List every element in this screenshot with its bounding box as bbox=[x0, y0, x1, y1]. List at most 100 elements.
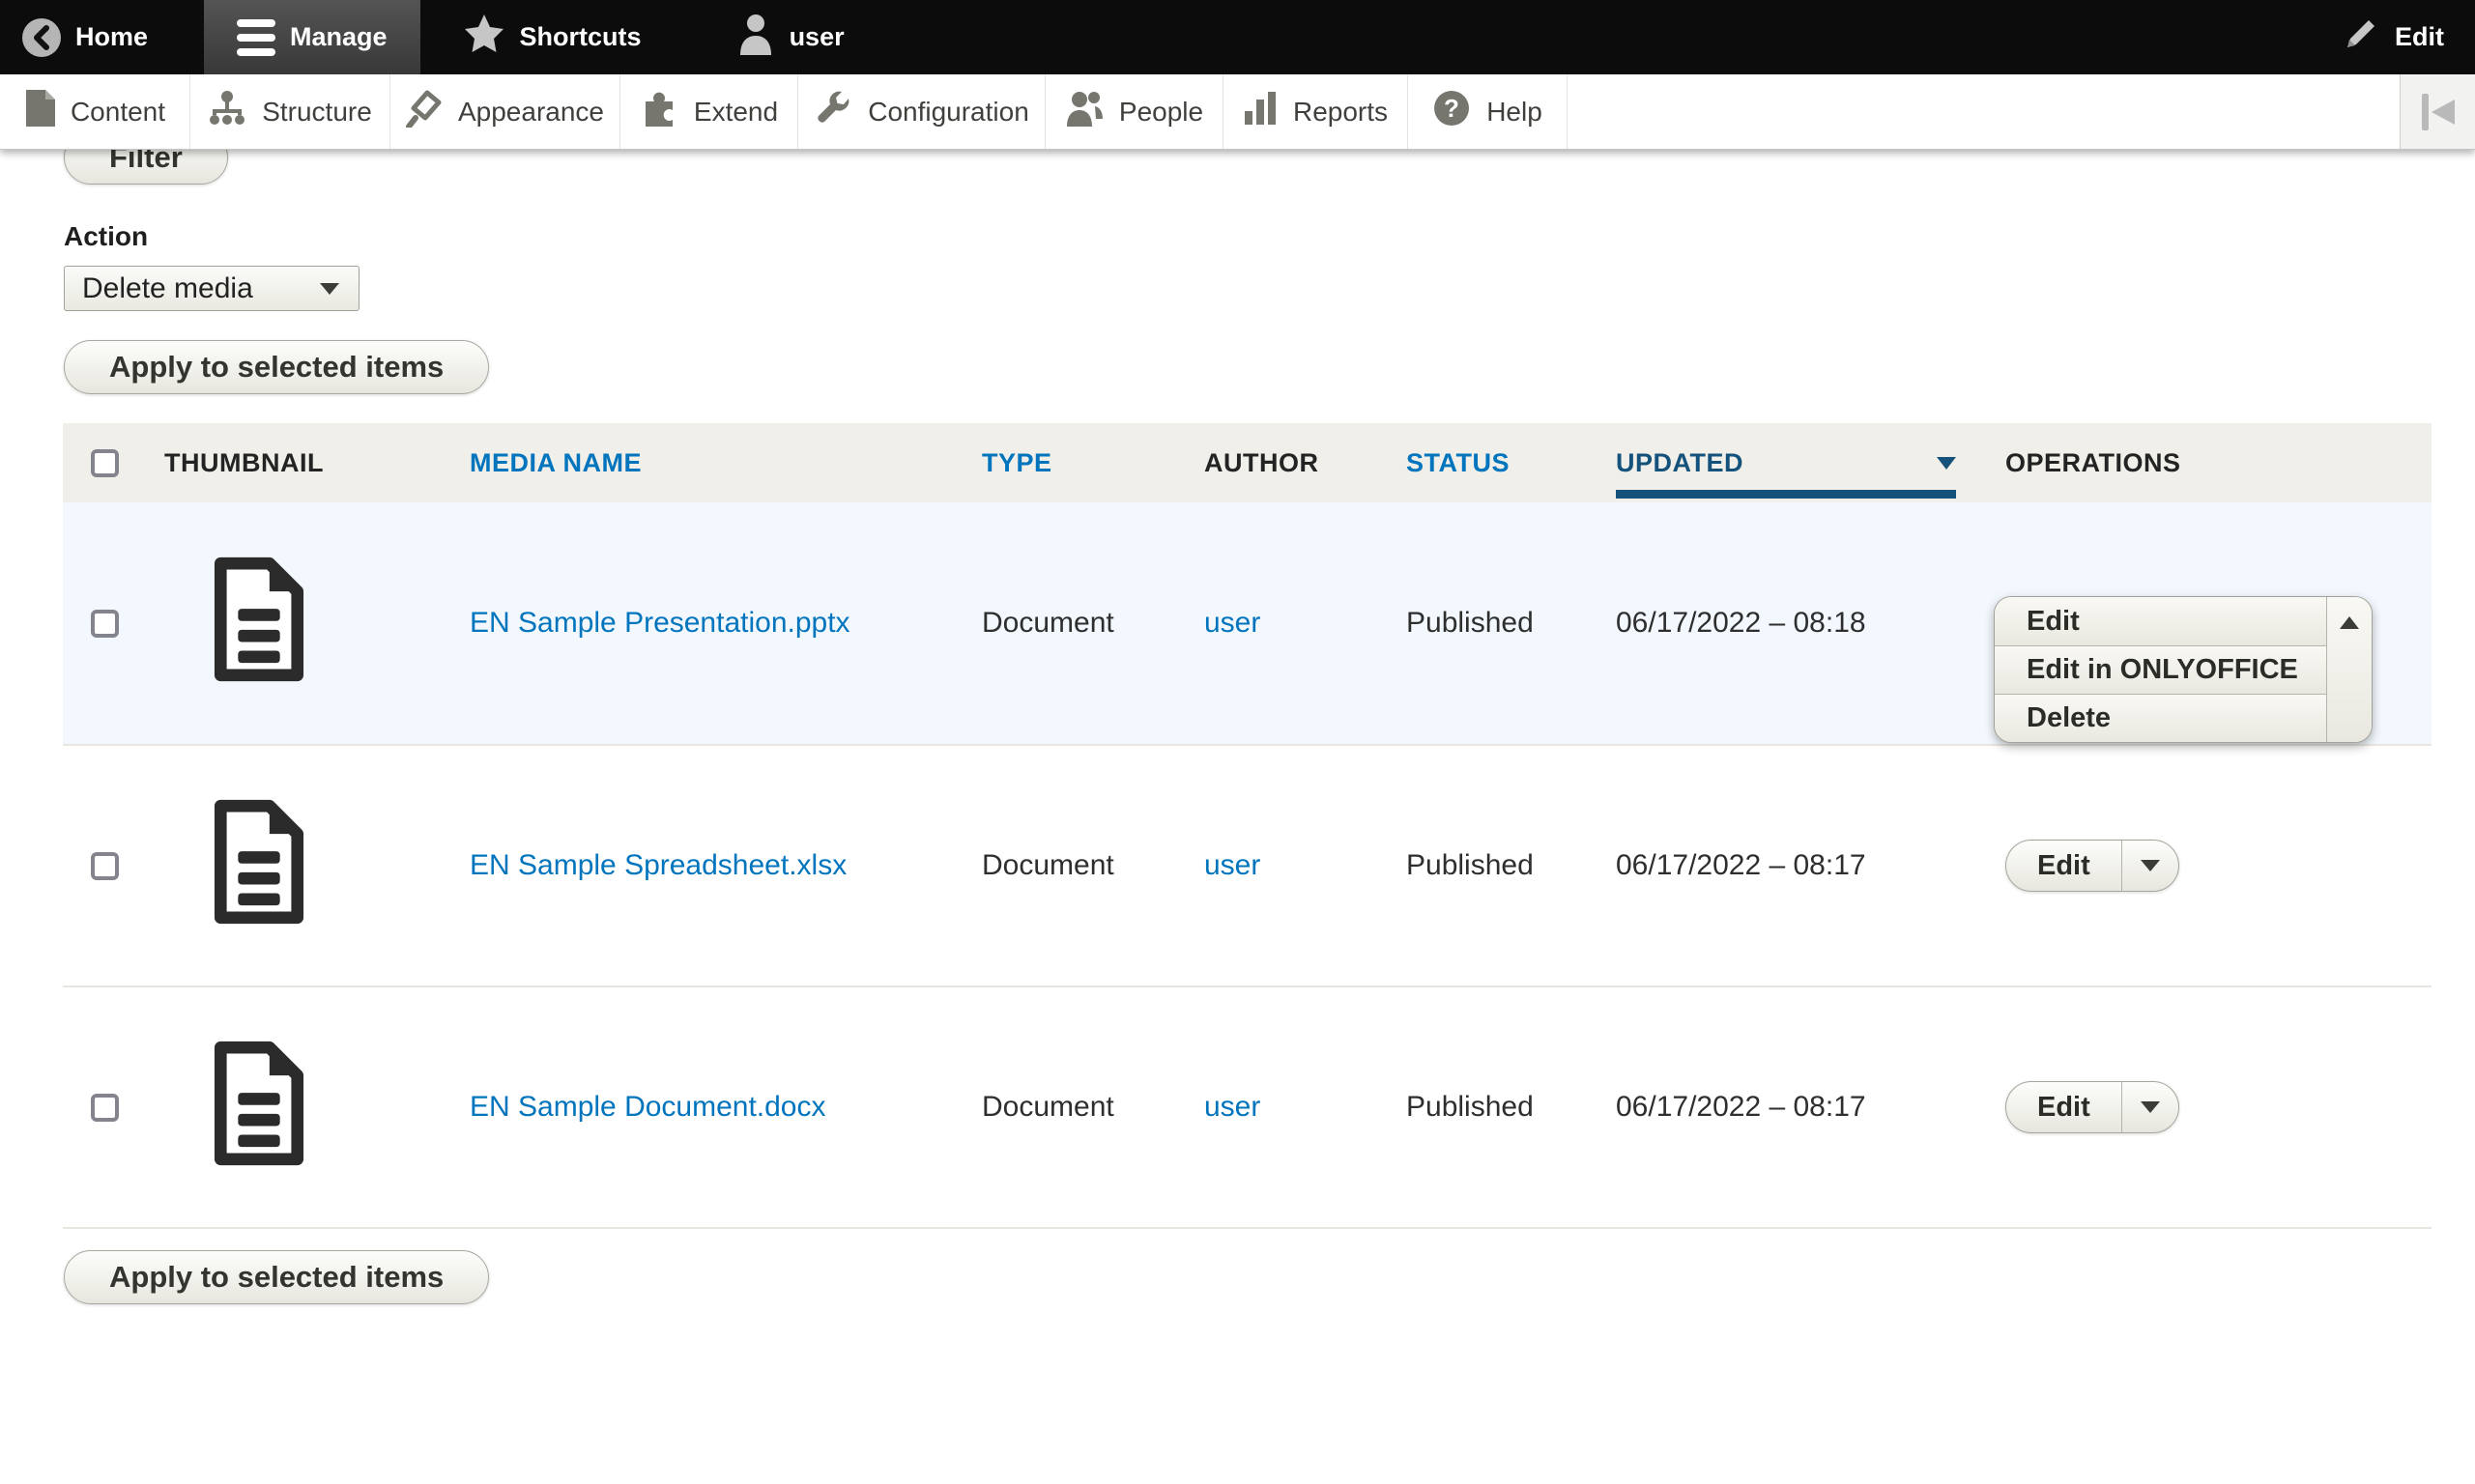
select-all-checkbox[interactable] bbox=[91, 449, 119, 477]
sitemap-icon bbox=[208, 90, 246, 133]
document-file-icon bbox=[202, 556, 316, 682]
chevron-down-icon bbox=[2141, 1101, 2160, 1113]
dropdown-collapse-toggle[interactable] bbox=[2326, 597, 2372, 742]
tray-content-label: Content bbox=[71, 97, 165, 128]
header-type[interactable]: TYPE bbox=[982, 448, 1204, 478]
tray-appearance-label: Appearance bbox=[458, 97, 604, 128]
select-caret-icon bbox=[320, 283, 339, 295]
toolbar-home-label: Home bbox=[75, 22, 148, 52]
operations-cell: Edit Edit in ONLYOFFICE Delete bbox=[2005, 502, 2432, 744]
operations-dropbutton: Edit bbox=[2005, 840, 2179, 892]
table-row: EN Sample Document.docx Document user Pu… bbox=[63, 985, 2432, 1227]
operation-edit[interactable]: Edit bbox=[1995, 597, 2326, 645]
help-icon: ? bbox=[1432, 89, 1471, 134]
updated-cell: 06/17/2022 – 08:17 bbox=[1616, 849, 2005, 882]
thumbnail-cell bbox=[164, 1041, 470, 1174]
toolbar-shortcuts-label: Shortcuts bbox=[520, 22, 642, 52]
media-name-link[interactable]: EN Sample Spreadsheet.xlsx bbox=[470, 849, 847, 881]
author-link[interactable]: user bbox=[1204, 607, 1260, 639]
row-checkbox[interactable] bbox=[91, 852, 119, 880]
thumbnail-cell bbox=[164, 799, 470, 932]
type-cell: Document bbox=[982, 1091, 1204, 1124]
operation-edit-in-onlyoffice[interactable]: Edit in ONLYOFFICE bbox=[1995, 645, 2326, 694]
toolbar-item-edit[interactable]: Edit bbox=[2317, 0, 2475, 74]
apply-button-top[interactable]: Apply to selected items bbox=[64, 340, 489, 394]
updated-cell: 06/17/2022 – 08:18 bbox=[1616, 607, 2005, 640]
row-checkbox[interactable] bbox=[91, 610, 119, 638]
dropdown-expand-toggle[interactable] bbox=[2122, 1082, 2178, 1132]
apply-button-bottom[interactable]: Apply to selected items bbox=[64, 1250, 489, 1304]
status-cell: Published bbox=[1406, 849, 1616, 882]
header-updated-label: UPDATED bbox=[1616, 448, 1743, 478]
tray-item-people[interactable]: People bbox=[1046, 74, 1223, 149]
back-icon bbox=[22, 18, 61, 57]
tray-item-content[interactable]: Content bbox=[0, 74, 190, 149]
paintbrush-icon bbox=[406, 89, 443, 134]
tray-extend-label: Extend bbox=[694, 97, 778, 128]
operation-delete[interactable]: Delete bbox=[1995, 694, 2326, 742]
puzzle-icon bbox=[640, 90, 678, 133]
action-select-value: Delete media bbox=[82, 272, 253, 305]
media-table: THUMBNAIL MEDIA NAME TYPE AUTHOR STATUS … bbox=[63, 423, 2432, 1229]
media-name-link[interactable]: EN Sample Presentation.pptx bbox=[470, 607, 850, 639]
media-name-link[interactable]: EN Sample Document.docx bbox=[470, 1091, 826, 1123]
svg-text:?: ? bbox=[1444, 94, 1459, 123]
tray-people-label: People bbox=[1119, 97, 1203, 128]
edit-button[interactable]: Edit bbox=[2006, 1082, 2121, 1132]
status-cell: Published bbox=[1406, 607, 1616, 640]
bar-chart-icon bbox=[1243, 90, 1278, 133]
author-link[interactable]: user bbox=[1204, 1091, 1260, 1123]
toolbar-item-user[interactable]: user bbox=[711, 0, 870, 74]
people-icon bbox=[1065, 90, 1104, 133]
admin-tray: Content Structure Appearance Extend Conf… bbox=[0, 74, 2475, 150]
tray-orientation-toggle[interactable] bbox=[2400, 74, 2475, 149]
tray-spacer bbox=[1568, 74, 2400, 149]
pencil-icon bbox=[2342, 14, 2380, 60]
row-checkbox[interactable] bbox=[91, 1094, 119, 1122]
toolbar-item-manage[interactable]: Manage bbox=[204, 0, 420, 74]
tray-item-help[interactable]: ? Help bbox=[1408, 74, 1568, 149]
tray-item-extend[interactable]: Extend bbox=[620, 74, 798, 149]
header-status[interactable]: STATUS bbox=[1406, 448, 1616, 478]
sort-desc-icon bbox=[1937, 457, 1956, 470]
document-file-icon bbox=[202, 1041, 316, 1166]
updated-cell: 06/17/2022 – 08:17 bbox=[1616, 1091, 2005, 1124]
drupal-media-admin-screen: Home Manage Shortcuts user Edit bbox=[0, 0, 2475, 1484]
toolbar-manage-label: Manage bbox=[290, 22, 388, 52]
toolbar-item-home[interactable]: Home bbox=[0, 0, 173, 74]
toolbar-edit-label: Edit bbox=[2395, 22, 2444, 52]
type-cell: Document bbox=[982, 607, 1204, 640]
tray-item-structure[interactable]: Structure bbox=[190, 74, 390, 149]
author-link[interactable]: user bbox=[1204, 849, 1260, 881]
tray-item-reports[interactable]: Reports bbox=[1223, 74, 1408, 149]
table-row: EN Sample Presentation.pptx Document use… bbox=[63, 502, 2432, 744]
tray-item-appearance[interactable]: Appearance bbox=[390, 74, 620, 149]
thumbnail-cell bbox=[164, 556, 470, 690]
operations-cell: Edit bbox=[2005, 746, 2432, 985]
tray-item-configuration[interactable]: Configuration bbox=[798, 74, 1046, 149]
header-updated-sort[interactable]: UPDATED bbox=[1616, 423, 1956, 502]
select-all-cell bbox=[63, 449, 164, 477]
star-icon bbox=[463, 13, 505, 62]
content-icon bbox=[24, 90, 55, 133]
document-file-icon bbox=[202, 799, 316, 925]
status-cell: Published bbox=[1406, 1091, 1616, 1124]
tray-structure-label: Structure bbox=[262, 97, 372, 128]
operations-cell: Edit bbox=[2005, 987, 2432, 1227]
tray-help-label: Help bbox=[1486, 97, 1542, 128]
media-overview-page: Filter Action Delete media Apply to sele… bbox=[0, 150, 2475, 1304]
header-media-name[interactable]: MEDIA NAME bbox=[470, 448, 982, 478]
table-row: EN Sample Spreadsheet.xlsx Document user… bbox=[63, 744, 2432, 985]
chevron-up-icon bbox=[2340, 616, 2359, 629]
dropdown-expand-toggle[interactable] bbox=[2122, 841, 2178, 891]
toolbar-user-label: user bbox=[790, 22, 845, 52]
header-thumbnail: THUMBNAIL bbox=[164, 448, 470, 478]
tray-reports-label: Reports bbox=[1293, 97, 1388, 128]
edit-button[interactable]: Edit bbox=[2006, 841, 2121, 891]
header-updated: UPDATED bbox=[1616, 423, 2005, 502]
user-icon bbox=[736, 13, 775, 62]
toolbar-item-shortcuts[interactable]: Shortcuts bbox=[438, 0, 667, 74]
operations-dropbutton: Edit bbox=[2005, 1081, 2179, 1133]
action-select[interactable]: Delete media bbox=[64, 266, 360, 311]
wrench-icon bbox=[814, 89, 852, 134]
